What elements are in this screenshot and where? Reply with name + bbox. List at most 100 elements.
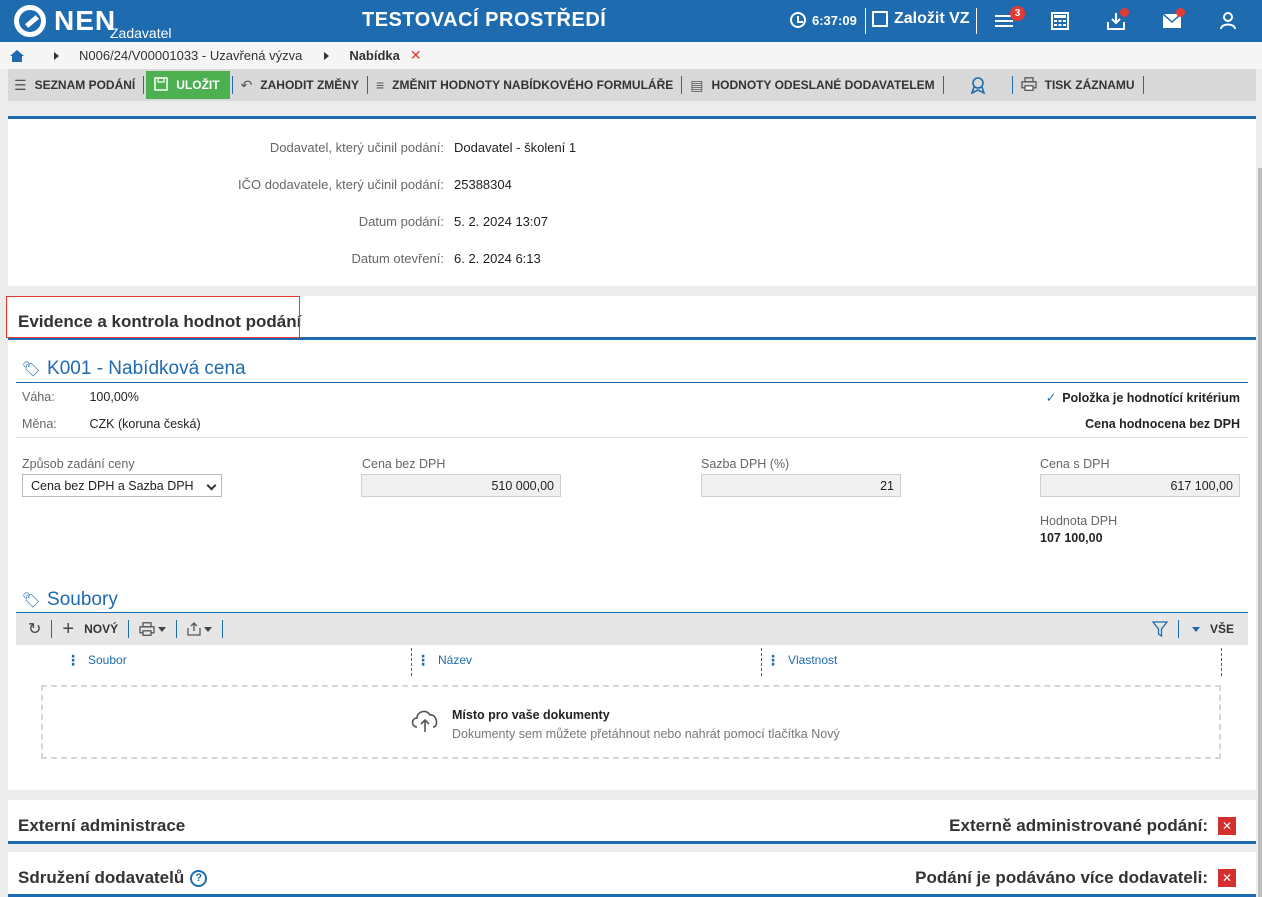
discard-changes-button[interactable]: ↶ ZAHODIT ZMĚNY <box>235 69 365 101</box>
divider <box>366 76 368 94</box>
info-value: 5. 2. 2024 13:07 <box>454 214 548 229</box>
evaluation-panel: Evidence a kontrola hodnot podání 🏷 K001… <box>6 296 1256 790</box>
print-menu-button[interactable] <box>133 622 172 636</box>
new-label: NOVÝ <box>84 622 119 636</box>
edit-icon <box>872 11 888 27</box>
supplier-association-panel: Sdružení dodavatelů ? Podání je podáváno… <box>8 852 1256 897</box>
upload-icon <box>187 622 201 636</box>
filter-button[interactable] <box>1146 621 1174 637</box>
caret-down-icon <box>204 626 213 632</box>
dropzone-subtitle: Dokumenty sem můžete přetáhnout nebo nah… <box>452 727 840 741</box>
close-tab-icon[interactable]: ✕ <box>410 47 422 64</box>
chevron-right-icon <box>54 51 59 60</box>
breadcrumb: N006/24/V00001033 - Uzavřená výzva Nabíd… <box>0 42 1262 69</box>
cross-icon: ✕ <box>1218 817 1236 835</box>
new-file-button[interactable]: + NOVÝ <box>56 618 124 641</box>
page-scrollbar[interactable] <box>1258 168 1262 897</box>
view-all-button[interactable]: VŠE <box>1183 622 1240 636</box>
submission-list-button[interactable]: ☰ SEZNAM PODÁNÍ <box>8 69 141 101</box>
files-title[interactable]: 🏷 Soubory <box>22 589 118 611</box>
price-mode-value: Cena bez DPH a Sazba DPH <box>31 479 194 493</box>
association-flag-label: Podání je podáváno více dodavateli: <box>915 868 1208 887</box>
external-admin-flag-label: Externě administrované podání: <box>949 816 1208 835</box>
sent-values-button[interactable]: ▤ HODNOTY ODESLANÉ DODAVATELEM <box>684 69 940 101</box>
criterion-flag: ✓ Položka je hodnotící kritérium <box>1046 390 1240 405</box>
file-dropzone[interactable]: Místo pro vaše dokumenty Dokumenty sem m… <box>41 685 1221 759</box>
caret-down-icon <box>158 626 167 632</box>
logo-subtitle: Zadavatel <box>110 25 172 41</box>
divider <box>176 620 178 638</box>
divider <box>51 620 53 638</box>
action-toolbar: ☰ SEZNAM PODÁNÍ ULOŽIT ↶ ZAHODIT ZMĚNY ≡… <box>8 69 1256 101</box>
filter-icon <box>1151 621 1168 637</box>
save-label: ULOŽIT <box>176 78 220 92</box>
inbox-notification-dot <box>1120 8 1129 17</box>
environment-title: TESTOVACÍ PROSTŘEDÍ <box>362 9 607 31</box>
chevron-right-icon <box>324 51 330 60</box>
currency-field: Měna: CZK (koruna česká) <box>22 417 201 431</box>
column-label: Vlastnost <box>788 653 838 667</box>
award-button[interactable] <box>946 69 1010 101</box>
top-bar: NEN Zadavatel TESTOVACÍ PROSTŘEDÍ 6:37:0… <box>0 0 1262 42</box>
help-icon[interactable]: ? <box>190 869 208 887</box>
submission-info-panel: Dodavatel, který učinil podání: Dodavate… <box>8 116 1256 286</box>
column-label: Soubor <box>88 653 127 667</box>
refresh-icon: ↻ <box>28 621 42 638</box>
home-icon[interactable] <box>10 49 24 62</box>
vat-rate-input[interactable]: 21 <box>701 474 901 497</box>
sent-values-label: HODNOTY ODESLANÉ DODAVATELEM <box>711 78 935 92</box>
association-title: Sdružení dodavatelů ? <box>18 868 208 888</box>
external-admin-flag: Externě administrované podání: ✕ <box>949 816 1236 836</box>
weight-value: 100,00% <box>89 390 139 404</box>
calculator-button[interactable] <box>1050 11 1070 31</box>
column-header-property[interactable]: ⋮ Vlastnost <box>766 653 837 667</box>
association-flag: Podání je podáváno více dodavateli: ✕ <box>915 868 1236 888</box>
breadcrumb-item-current: Nabídka <box>349 48 400 63</box>
change-form-values-button[interactable]: ≡ ZMĚNIT HODNOTY NABÍDKOVÉHO FORMULÁŘE <box>370 69 679 101</box>
criterion-title-text: K001 - Nabídková cena <box>47 358 246 379</box>
info-label: IČO dodavatele, který učinil podání: <box>238 177 444 192</box>
print-label: TISK ZÁZNAMU <box>1044 78 1135 92</box>
create-vz-button[interactable]: Založit VZ <box>872 10 970 28</box>
vat-rate-label: Sazba DPH (%) <box>701 457 790 471</box>
price-mode-select[interactable]: Cena bez DPH a Sazba DPH <box>22 474 222 497</box>
award-icon <box>970 77 985 94</box>
column-header-file[interactable]: ⋮ Soubor <box>66 653 127 667</box>
divider <box>222 620 224 638</box>
export-menu-button[interactable] <box>181 622 218 636</box>
divider <box>16 382 1248 383</box>
divider <box>143 76 145 94</box>
user-button[interactable] <box>1218 11 1238 31</box>
divider <box>865 8 866 34</box>
criterion-title[interactable]: 🏷 K001 - Nabídková cena <box>22 358 246 380</box>
weight-field: Váha: 100,00% <box>22 390 139 404</box>
price-no-vat-input[interactable]: 510 000,00 <box>361 474 561 497</box>
cloud-upload-icon <box>411 710 438 732</box>
nen-logo[interactable]: NEN <box>14 4 116 38</box>
external-admin-panel: Externí administrace Externě administrov… <box>8 800 1256 844</box>
currency-value: CZK (koruna česká) <box>89 417 201 431</box>
column-divider[interactable] <box>761 648 762 676</box>
info-label: Datum podání: <box>358 214 444 229</box>
undo-icon: ↶ <box>240 76 253 93</box>
column-divider[interactable] <box>411 648 412 676</box>
divider <box>128 620 130 638</box>
user-icon <box>1220 12 1236 30</box>
chevron-down-icon <box>206 480 217 491</box>
info-value: 6. 2. 2024 6:13 <box>454 251 541 266</box>
column-divider[interactable] <box>1221 648 1222 676</box>
divider <box>1177 620 1179 638</box>
divider <box>16 437 1248 438</box>
save-button[interactable]: ULOŽIT <box>146 71 230 99</box>
column-header-name[interactable]: ⋮ Název <box>416 653 472 667</box>
print-record-button[interactable]: TISK ZÁZNAMU <box>1015 69 1141 101</box>
vat-amount-value: 107 100,00 <box>1040 531 1103 545</box>
mail-notification-dot <box>1176 8 1185 17</box>
info-value: 25388304 <box>454 177 512 192</box>
section-header: Evidence a kontrola hodnot podání <box>6 296 1256 340</box>
edit-list-icon: ≡ <box>375 77 385 93</box>
printer-icon <box>139 622 155 636</box>
tag-icon: 🏷 <box>22 592 42 609</box>
breadcrumb-item-vz[interactable]: N006/24/V00001033 - Uzavřená výzva <box>79 48 302 63</box>
refresh-button[interactable]: ↻ <box>16 619 47 639</box>
